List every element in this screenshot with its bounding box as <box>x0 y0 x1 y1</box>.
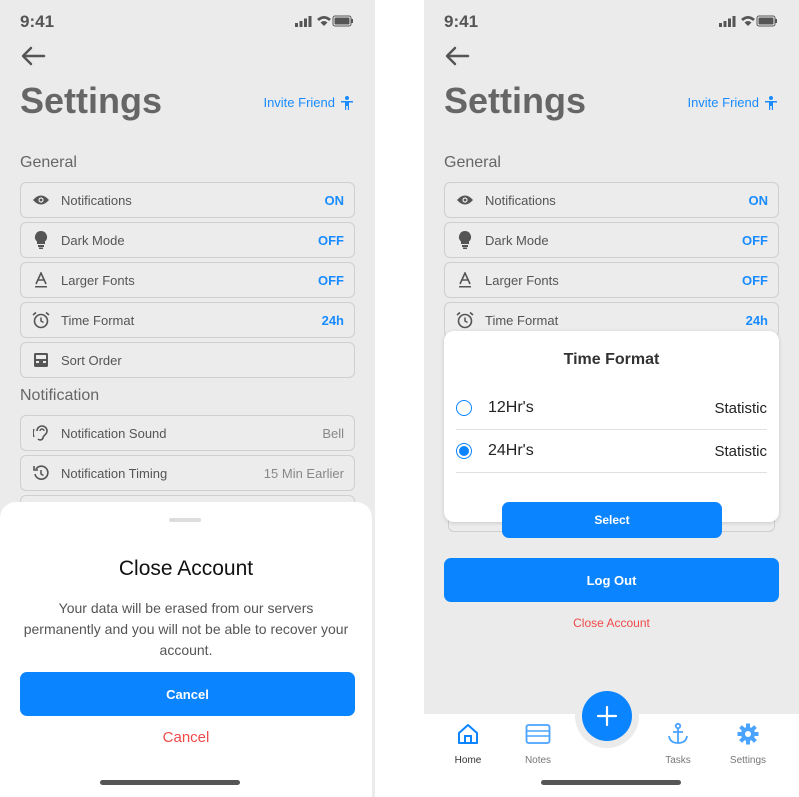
row-label: Time Format <box>61 312 135 328</box>
row-value: 24h <box>321 312 344 328</box>
row-label: Larger Fonts <box>485 272 559 288</box>
row-notifications[interactable]: Notifications ON <box>444 182 779 218</box>
option-label: 12Hr's <box>488 399 534 416</box>
row-label: Notification Timing <box>61 465 168 481</box>
back-arrow-icon[interactable] <box>444 44 470 68</box>
row-value: OFF <box>318 272 344 288</box>
modal-title: Time Format <box>563 351 660 368</box>
row-label: Sort Order <box>61 352 122 368</box>
row-value: 15 Min Earlier <box>263 465 344 481</box>
page-title: Settings <box>20 80 163 121</box>
sheet-title: Close Account <box>118 557 254 580</box>
option-12hr[interactable]: 12Hr's Statistic <box>456 387 767 430</box>
row-larger-fonts[interactable]: Larger Fonts OFF <box>444 262 779 298</box>
close-account-link[interactable]: Close Account <box>424 616 799 630</box>
row-notification-timing[interactable]: Notification Timing 15 Min Earlier <box>20 455 355 491</box>
tab-settings[interactable]: Settings <box>720 722 776 766</box>
status-time: 9:41 <box>444 12 479 31</box>
timer-icon <box>31 463 51 483</box>
row-label: Larger Fonts <box>61 272 135 288</box>
radio-selected[interactable] <box>456 443 472 459</box>
font-icon <box>455 270 475 290</box>
sheet-message: Your data will be erased from our server… <box>23 600 349 658</box>
row-label: Notifications <box>61 192 132 208</box>
row-label: Dark Mode <box>485 232 549 248</box>
bulb-icon <box>31 230 51 250</box>
gear-icon <box>737 723 759 745</box>
add-fab[interactable] <box>575 684 639 748</box>
option-value: Statistic <box>714 399 767 417</box>
row-sort-order[interactable]: Sort Order <box>20 342 355 378</box>
row-label: Notification Sound <box>61 425 167 441</box>
section-notification: Notification <box>20 387 100 404</box>
row-notification-sound[interactable]: Notification Sound Bell <box>20 415 355 451</box>
eye-icon <box>455 190 475 210</box>
row-value: ON <box>748 192 769 208</box>
row-value: OFF <box>742 232 768 248</box>
row-dark-mode[interactable]: Dark Mode OFF <box>444 222 779 258</box>
option-label: 24Hr's <box>488 442 534 459</box>
row-label: Dark Mode <box>61 232 125 248</box>
plus-icon <box>596 705 618 727</box>
time-format-modal: Time Format 12Hr's Statistic 24Hr's Stat… <box>444 331 779 522</box>
select-button[interactable]: Select <box>502 502 722 538</box>
row-dark-mode[interactable]: Dark Mode OFF <box>20 222 355 258</box>
status-icons <box>719 14 777 32</box>
cancel-button[interactable]: Cancel <box>20 672 355 716</box>
tab-label: Tasks <box>665 755 691 766</box>
tab-label: Notes <box>524 755 552 766</box>
invite-friend-label: Invite Friend <box>687 95 759 110</box>
settings-screen-time-format: 9:41 Settings Invite Friend General Noti… <box>424 0 799 797</box>
notes-icon <box>525 724 551 744</box>
home-indicator <box>541 780 681 785</box>
tab-notes[interactable]: Notes <box>510 722 566 766</box>
anchor-icon <box>668 722 688 744</box>
person-icon <box>341 95 353 110</box>
tab-label: Home <box>454 755 482 766</box>
ear-icon <box>31 423 51 443</box>
tab-label: Settings <box>729 755 767 766</box>
row-label: Notifications <box>485 192 556 208</box>
bulb-icon <box>455 230 475 250</box>
section-general: General <box>20 154 77 171</box>
row-value: 24h <box>745 312 768 328</box>
invite-friend-label: Invite Friend <box>263 95 335 110</box>
close-account-sheet: Close Account Your data will be erased f… <box>0 502 372 797</box>
add-button[interactable] <box>582 691 632 741</box>
alarm-clock-icon <box>455 310 475 330</box>
option-24hr[interactable]: 24Hr's Statistic <box>456 430 767 473</box>
alarm-clock-icon <box>31 310 51 330</box>
settings-screen-close-account: 9:41 Settings Invite Friend General Noti… <box>0 0 375 797</box>
row-value: ON <box>324 192 345 208</box>
section-general: General <box>444 154 501 171</box>
tray-icon <box>31 350 51 370</box>
cancel-link[interactable]: Cancel <box>0 729 372 746</box>
back-arrow-icon[interactable] <box>20 44 46 68</box>
home-icon <box>458 724 478 744</box>
invite-friend-link[interactable]: Invite Friend <box>263 95 353 110</box>
radio-unselected[interactable] <box>456 400 472 416</box>
option-value: Statistic <box>714 442 767 460</box>
row-value: Bell <box>322 425 344 441</box>
row-time-format[interactable]: Time Format 24h <box>20 302 355 338</box>
row-value: OFF <box>318 232 344 248</box>
sheet-handle[interactable] <box>169 518 201 522</box>
person-icon <box>765 95 777 110</box>
invite-friend-link[interactable]: Invite Friend <box>687 95 777 110</box>
row-larger-fonts[interactable]: Larger Fonts OFF <box>20 262 355 298</box>
font-icon <box>31 270 51 290</box>
home-indicator <box>100 780 240 785</box>
row-value: OFF <box>742 272 768 288</box>
page-title: Settings <box>444 80 587 121</box>
status-time: 9:41 <box>20 12 55 31</box>
log-out-button[interactable]: Log Out <box>444 558 779 602</box>
tab-tasks[interactable]: Tasks <box>650 722 706 766</box>
row-label: Time Format <box>485 312 559 328</box>
row-notifications[interactable]: Notifications ON <box>20 182 355 218</box>
eye-icon <box>31 190 51 210</box>
status-icons <box>295 14 353 32</box>
tab-home[interactable]: Home <box>440 722 496 766</box>
